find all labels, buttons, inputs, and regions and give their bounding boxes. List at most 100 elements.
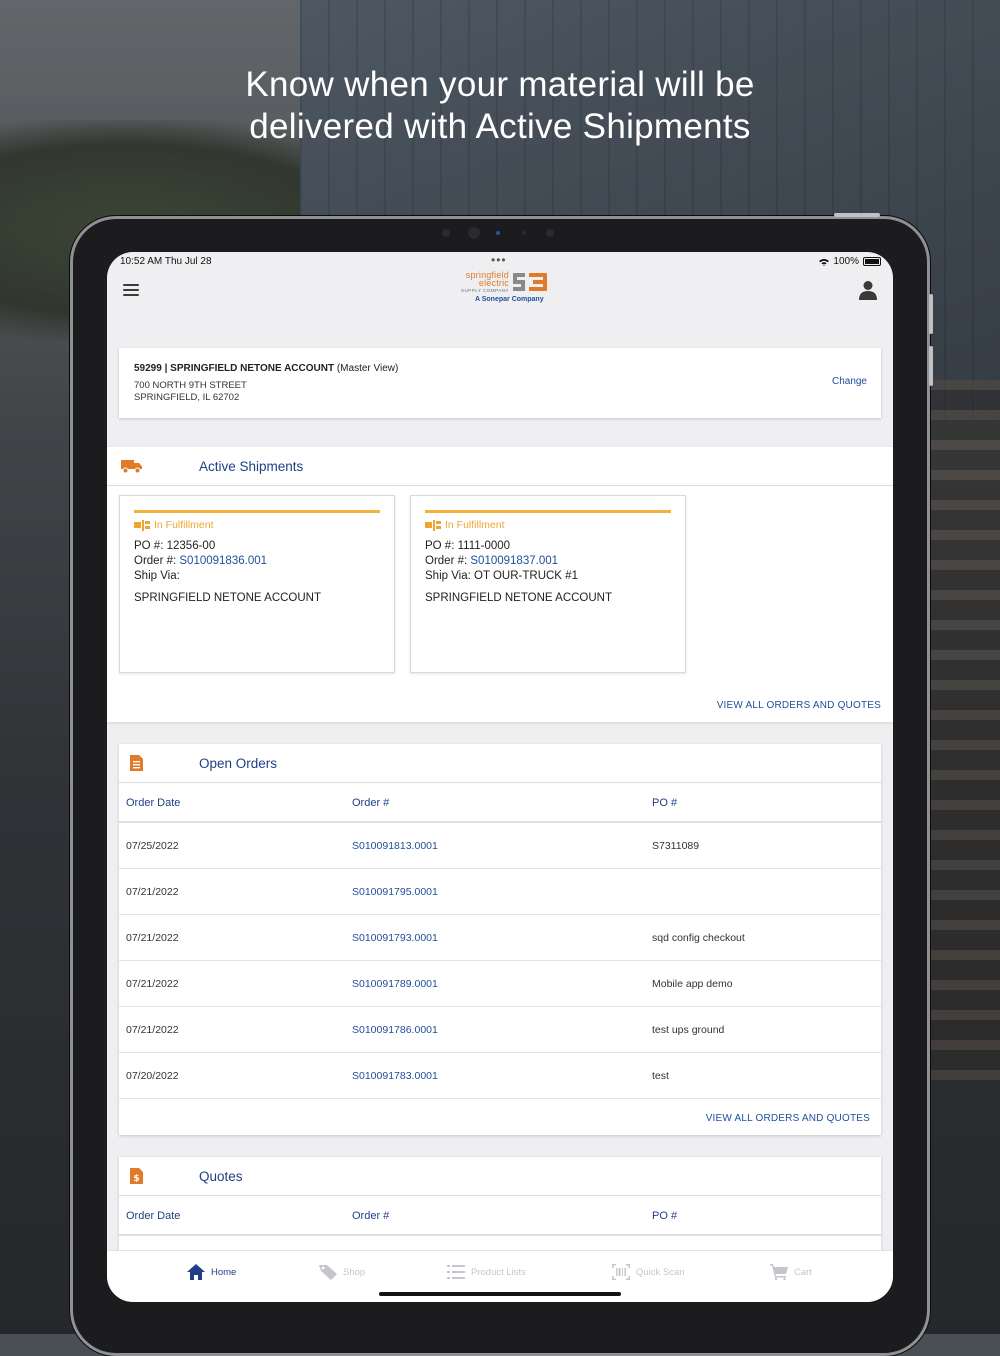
quote-document-icon: $ bbox=[130, 1168, 143, 1184]
account-name: 59299 | SPRINGFIELD NETONE ACCOUNT bbox=[134, 363, 335, 374]
tag-icon bbox=[319, 1265, 337, 1280]
column-po-number[interactable]: PO # bbox=[652, 797, 677, 809]
order-number-link[interactable]: S010091813.0001 bbox=[352, 840, 438, 852]
promo-headline: Know when your material will be delivere… bbox=[0, 64, 1000, 148]
multitask-dots[interactable]: ••• bbox=[491, 253, 507, 267]
springfield-electric-logo: springfield electric SUPPLY COMPANY A So… bbox=[447, 270, 553, 306]
logo-supply: SUPPLY COMPANY bbox=[460, 288, 509, 293]
order-number-link[interactable]: S010091783.0001 bbox=[352, 1070, 438, 1082]
column-order-date[interactable]: Order Date bbox=[126, 797, 180, 809]
status-time: 10:52 AM Thu Jul 28 bbox=[120, 256, 212, 267]
order-date: 07/21/2022 bbox=[126, 978, 179, 990]
order-link[interactable]: S010091837.001 bbox=[470, 555, 558, 567]
order-number-link[interactable]: S010091795.0001 bbox=[352, 886, 438, 898]
tab-quick-scan[interactable]: Quick Scan bbox=[612, 1262, 685, 1282]
account-card: 59299 | SPRINGFIELD NETONE ACCOUNT (Mast… bbox=[119, 348, 881, 418]
order-date: 07/21/2022 bbox=[126, 886, 179, 898]
order-date: 07/25/2022 bbox=[126, 840, 179, 852]
column-order-number[interactable]: Order # bbox=[352, 797, 389, 809]
logo-tagline: A Sonepar Company bbox=[475, 296, 544, 303]
shipment-card[interactable]: In Fulfillment PO #: 1111-0000 Order #: … bbox=[410, 495, 686, 673]
order-link[interactable]: S010091836.001 bbox=[179, 555, 267, 567]
battery-percent: 100% bbox=[833, 256, 859, 267]
active-shipments-header: Active Shipments bbox=[107, 447, 893, 486]
headline-line-2: delivered with Active Shipments bbox=[249, 107, 751, 146]
logo-line-2: electric bbox=[478, 278, 509, 288]
quotes-header: $ Quotes bbox=[119, 1157, 881, 1196]
barcode-icon bbox=[612, 1264, 630, 1280]
open-orders-column-headers: Order Date Order # PO # bbox=[119, 783, 881, 823]
table-row[interactable]: 07/21/2022 S010091786.0001 test ups grou… bbox=[119, 1007, 881, 1053]
document-icon bbox=[130, 755, 143, 771]
cart-icon bbox=[770, 1264, 788, 1280]
shipment-account: SPRINGFIELD NETONE ACCOUNT bbox=[425, 592, 613, 604]
table-row[interactable]: 07/20/2022 S010091783.0001 test bbox=[119, 1053, 881, 1099]
po-label: PO #: bbox=[425, 540, 455, 552]
order-number-link[interactable]: S010091793.0001 bbox=[352, 932, 438, 944]
active-shipments-section: Active Shipments In Fulfillment PO #: 12… bbox=[107, 447, 893, 722]
tablet-frame: 10:52 AM Thu Jul 28 ••• 100% springfield… bbox=[70, 213, 933, 1356]
po-number: test ups ground bbox=[652, 1024, 725, 1036]
tab-product-lists-label: Product Lists bbox=[471, 1266, 526, 1278]
shipment-status: In Fulfillment bbox=[445, 519, 505, 531]
table-row[interactable]: 07/21/2022 S010091795.0001 bbox=[119, 869, 881, 915]
tab-shop-label: Shop bbox=[343, 1266, 366, 1278]
view-all-orders-link[interactable]: VIEW ALL ORDERS AND QUOTES bbox=[717, 700, 881, 711]
svg-text:$: $ bbox=[133, 1174, 139, 1184]
user-account-icon[interactable] bbox=[859, 280, 877, 300]
shipment-account: SPRINGFIELD NETONE ACCOUNT bbox=[134, 592, 322, 604]
view-all-orders-link[interactable]: VIEW ALL ORDERS AND QUOTES bbox=[706, 1113, 870, 1124]
headline-line-1: Know when your material will be bbox=[245, 65, 755, 104]
tab-product-lists[interactable]: Product Lists bbox=[447, 1262, 526, 1282]
open-orders-title: Open Orders bbox=[199, 756, 278, 771]
forklift-icon bbox=[425, 519, 441, 531]
account-street: 700 NORTH 9TH STREET bbox=[134, 380, 247, 391]
table-row[interactable]: 07/21/2022 S010091793.0001 sqd config ch… bbox=[119, 915, 881, 961]
tab-quick-scan-label: Quick Scan bbox=[636, 1266, 685, 1278]
account-view: (Master View) bbox=[336, 363, 399, 374]
tab-shop[interactable]: Shop bbox=[319, 1262, 365, 1282]
app-screen: 10:52 AM Thu Jul 28 ••• 100% springfield… bbox=[107, 252, 893, 1302]
po-number: S7311089 bbox=[652, 840, 700, 852]
camera-sensors bbox=[442, 226, 562, 240]
tab-home[interactable]: Home bbox=[187, 1262, 236, 1282]
order-label: Order #: bbox=[134, 555, 177, 567]
account-city: SPRINGFIELD, IL 62702 bbox=[134, 392, 240, 403]
fulfillment-progress-bar bbox=[134, 510, 380, 513]
po-number: sqd config checkout bbox=[652, 932, 745, 944]
list-icon bbox=[447, 1265, 465, 1279]
hamburger-menu-icon[interactable] bbox=[123, 282, 139, 298]
column-po-number[interactable]: PO # bbox=[652, 1210, 677, 1222]
battery-icon bbox=[863, 257, 881, 266]
tab-cart-label: Cart bbox=[794, 1266, 812, 1278]
home-icon bbox=[187, 1264, 205, 1280]
po-number: test bbox=[652, 1070, 669, 1082]
open-orders-header: Open Orders bbox=[119, 744, 881, 783]
po-value: 1111-0000 bbox=[457, 540, 511, 552]
logo-mark-icon bbox=[513, 273, 547, 291]
table-row[interactable]: 07/21/2022 S010091789.0001 Mobile app de… bbox=[119, 961, 881, 1007]
po-number: Mobile app demo bbox=[652, 978, 733, 990]
ship-via-label: Ship Via: bbox=[134, 570, 180, 582]
order-label: Order #: bbox=[425, 555, 468, 567]
order-date: 07/20/2022 bbox=[126, 1070, 179, 1082]
column-order-number[interactable]: Order # bbox=[352, 1210, 389, 1222]
po-value: 12356-00 bbox=[166, 540, 216, 552]
table-row[interactable]: 07/25/2022 S010091813.0001 S7311089 bbox=[119, 823, 881, 869]
ship-via-value: OT OUR-TRUCK #1 bbox=[474, 570, 578, 582]
tab-cart[interactable]: Cart bbox=[770, 1262, 812, 1282]
order-number-link[interactable]: S010091786.0001 bbox=[352, 1024, 438, 1036]
fulfillment-progress-bar bbox=[425, 510, 671, 513]
active-shipments-title: Active Shipments bbox=[199, 459, 304, 474]
quotes-title: Quotes bbox=[199, 1169, 243, 1184]
order-number-link[interactable]: S010091789.0001 bbox=[352, 978, 438, 990]
quotes-column-headers: Order Date Order # PO # bbox=[119, 1196, 881, 1236]
battery-indicator: 100% bbox=[819, 256, 881, 267]
order-date: 07/21/2022 bbox=[126, 932, 179, 944]
shipment-card[interactable]: In Fulfillment PO #: 12356-00 Order #: S… bbox=[119, 495, 395, 673]
home-indicator[interactable] bbox=[379, 1292, 621, 1296]
column-order-date[interactable]: Order Date bbox=[126, 1210, 180, 1222]
wifi-icon bbox=[819, 258, 830, 266]
ship-via-label: Ship Via: bbox=[425, 570, 471, 582]
change-account-link[interactable]: Change bbox=[832, 376, 867, 387]
